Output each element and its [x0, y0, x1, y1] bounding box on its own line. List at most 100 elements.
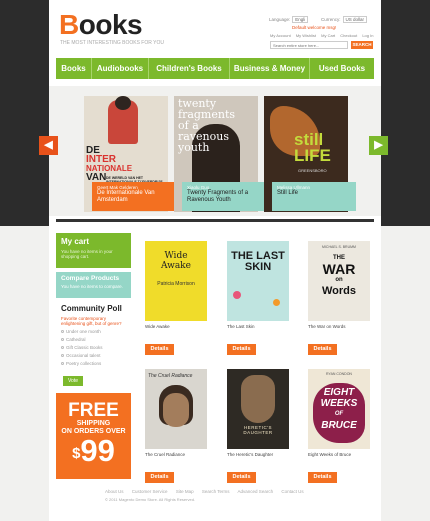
compare-title: Compare Products [61, 275, 120, 282]
flower-decoration [273, 299, 280, 306]
nav-item-childrens-books[interactable]: Children's Books [149, 58, 230, 79]
tagline: THE MOST INTERESTING BOOKS FOR YOU [60, 40, 164, 46]
product-card: Wide Awake Patricia Morrison Wide Awake … [145, 241, 217, 365]
nav-item-books[interactable]: Books [56, 58, 92, 79]
details-button[interactable]: Details [308, 472, 337, 483]
search-button[interactable]: SEARCH [351, 41, 373, 49]
search-input[interactable] [270, 41, 348, 49]
product-image[interactable]: RYAN CONDON EIGHT WEEKS OF BRUCE [308, 369, 370, 449]
figure-head [115, 96, 131, 110]
poll-question: Favorite contemporary enlightening gift,… [61, 316, 122, 326]
product-cover-title: HERETIC'S DAUGHTER [243, 425, 273, 435]
product-name[interactable]: The War on Words [308, 324, 346, 329]
slide-cover-3-title: still LIFE [294, 130, 331, 165]
cart-text: You have no items in your shopping cart. [61, 249, 113, 259]
radio-icon[interactable] [61, 346, 64, 350]
product-cover-title: THE WAR on Words [321, 255, 357, 297]
language-select[interactable]: Language: Engli [269, 16, 309, 23]
radio-icon[interactable] [61, 362, 64, 366]
radio-icon[interactable] [61, 330, 64, 334]
product-cover-author: RYAN CONDON [326, 372, 352, 376]
poll-title: Community Poll [61, 304, 122, 313]
slide-cover-3-subtitle: GREENSBORO [298, 168, 327, 173]
product-image[interactable]: THE LAST SKIN [227, 241, 289, 321]
footer-link-contact[interactable]: Contact Us [281, 489, 303, 494]
vote-button[interactable]: Vote [63, 376, 83, 386]
flower-decoration [233, 291, 241, 299]
product-cover-author: MICHAEL S. BRUMM [322, 245, 356, 249]
main-nav: Books Audiobooks Children's Books Busine… [56, 58, 374, 79]
poll-option[interactable]: Occasional talent [61, 353, 126, 358]
product-cover-author: Patricia Morrison [157, 281, 195, 287]
face-illustration [163, 393, 189, 427]
divider [56, 219, 374, 222]
promo-free: FREE [68, 400, 119, 421]
slide-1-title: De Internationale Van Amsterdam [97, 190, 155, 203]
footer-links: About Us Customer Service Site Map Searc… [105, 489, 311, 494]
slide-caption-1[interactable]: Geert Mak Gelderen De Internationale Van… [92, 182, 176, 211]
currency-select[interactable]: Currency: US dollar [321, 16, 368, 23]
compare-text: You have no items to compare. [61, 284, 123, 289]
my-cart-block[interactable]: My cart You have no items in your shoppi… [56, 233, 131, 268]
nav-item-business-money[interactable]: Business & Money [230, 58, 310, 79]
product-card: MICHAEL S. BRUMM THE WAR on Words The Wa… [308, 241, 380, 365]
poll-option[interactable]: Under one month [61, 329, 126, 334]
product-image[interactable]: Wide Awake Patricia Morrison [145, 241, 207, 321]
promo-price: $99 [72, 433, 115, 468]
product-name[interactable]: The Cruel Radiance [145, 452, 185, 457]
product-image[interactable]: The Cruel Radiance [145, 369, 207, 449]
footer-link-site-map[interactable]: Site Map [176, 489, 194, 494]
radio-icon[interactable] [61, 354, 64, 358]
product-image[interactable]: HERETIC'S DAUGHTER [227, 369, 289, 449]
nav-item-audiobooks[interactable]: Audiobooks [92, 58, 149, 79]
free-shipping-banner[interactable]: FREE SHIPPING ON ORDERS OVER $99 [56, 393, 131, 479]
product-name[interactable]: Eight Weeks of Bruce [308, 452, 351, 457]
promo-shipping: SHIPPING [76, 420, 111, 427]
copyright: © 2011 Magento Demo Store. All Rights Re… [105, 497, 196, 502]
slide-caption-2[interactable]: Xiaolu Guo Twenty Fragments of a Ravenou… [182, 182, 266, 211]
product-card: RYAN CONDON EIGHT WEEKS OF BRUCE Eight W… [308, 369, 380, 493]
prev-arrow-icon[interactable]: ◀ [39, 136, 58, 155]
footer-link-about[interactable]: About Us [105, 489, 124, 494]
product-cover-title: Wide Awake [161, 251, 191, 271]
cart-title: My cart [61, 237, 90, 246]
link-my-cart[interactable]: My Cart [321, 33, 335, 38]
link-my-wishlist[interactable]: My Wishlist [296, 33, 316, 38]
top-links: My Account My Wishlist My Cart Checkout … [270, 33, 377, 38]
details-button[interactable]: Details [308, 344, 337, 355]
footer-link-search-terms[interactable]: Search Terms [202, 489, 230, 494]
face-illustration [241, 375, 275, 423]
details-button[interactable]: Details [227, 344, 256, 355]
poll-option[interactable]: Cathedral [61, 337, 126, 342]
details-button[interactable]: Details [227, 472, 256, 483]
page-container: Books THE MOST INTERESTING BOOKS FOR YOU… [49, 0, 381, 521]
footer-link-advanced-search[interactable]: Advanced Search [238, 489, 274, 494]
product-cover-title: THE LAST SKIN [231, 250, 285, 273]
slide-2-title: Twenty Fragments of a Ravenous Youth [187, 190, 249, 203]
product-cover-title: The Cruel Radiance [148, 373, 193, 379]
slide-cover-2-title: twenty fragments of a ravenous youth [178, 97, 236, 154]
details-button[interactable]: Details [145, 472, 174, 483]
slide-3-title: Still Life [277, 190, 299, 196]
product-card: HERETIC'S DAUGHTER The Heretic's Daughte… [227, 369, 299, 493]
poll-option[interactable]: Poetry collections [61, 361, 126, 366]
welcome-message: Default welcome msg! [292, 25, 337, 30]
nav-item-used-books[interactable]: Used Books [310, 58, 374, 79]
radio-icon[interactable] [61, 338, 64, 342]
product-name[interactable]: Wide Awake [145, 324, 170, 329]
details-button[interactable]: Details [145, 344, 174, 355]
compare-products-block[interactable]: Compare Products You have no items to co… [56, 272, 131, 298]
link-log-in[interactable]: Log In [362, 33, 373, 38]
product-image[interactable]: MICHAEL S. BRUMM THE WAR on Words [308, 241, 370, 321]
link-my-account[interactable]: My Account [270, 33, 291, 38]
footer-link-customer-service[interactable]: Customer Service [132, 489, 168, 494]
product-card: THE LAST SKIN The Last Skin Details [227, 241, 299, 365]
product-name[interactable]: The Last Skin [227, 324, 255, 329]
link-checkout[interactable]: Checkout [340, 33, 357, 38]
product-name[interactable]: The Heretic's Daughter [227, 452, 273, 457]
poll-option[interactable]: Gift Classic Books [61, 345, 126, 350]
featured-slider: DE INTER NATIONALE VAN DE WERELD VAN HET… [49, 86, 381, 216]
logo[interactable]: Books [59, 10, 143, 40]
next-arrow-icon[interactable]: ▶ [369, 136, 388, 155]
slide-caption-3[interactable]: Melissa Ullmann Still Life [272, 182, 356, 211]
